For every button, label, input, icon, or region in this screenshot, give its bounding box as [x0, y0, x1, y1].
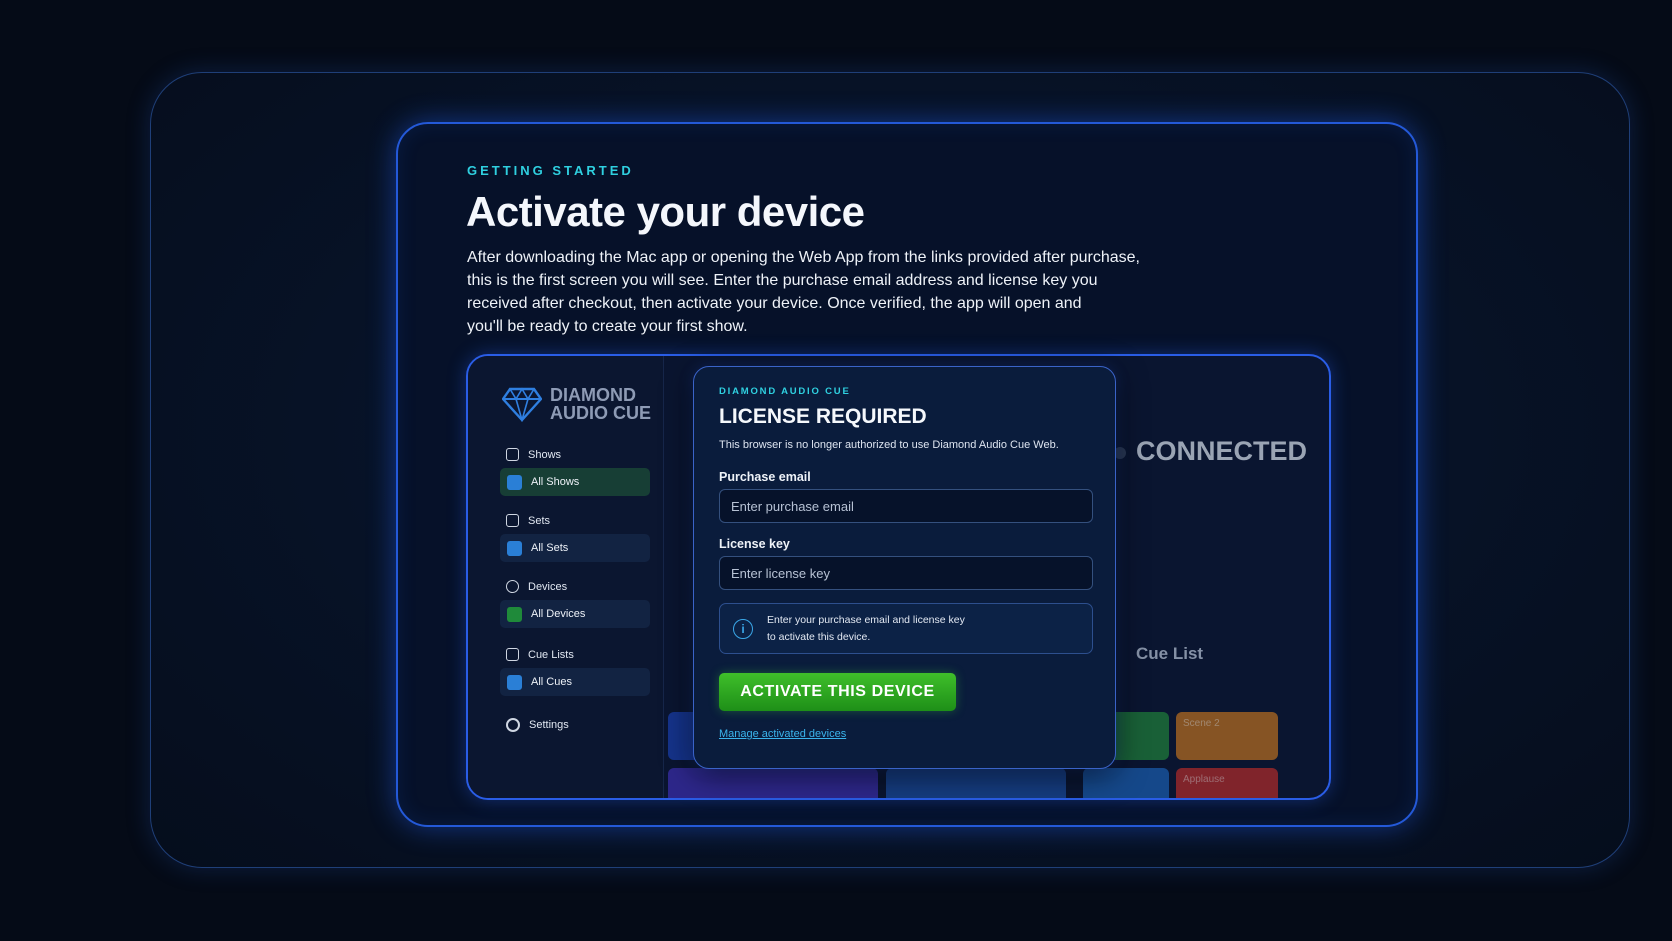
all-shows-icon: [507, 474, 522, 490]
license-key-label: License key: [719, 537, 790, 551]
sidebar-item-label: All Devices: [531, 608, 586, 620]
all-devices-icon: [507, 606, 522, 622]
cue-tile-label: Scene 2: [1183, 718, 1220, 729]
purchase-email-field[interactable]: [719, 489, 1093, 523]
nav-heading-shows[interactable]: Shows: [506, 448, 561, 461]
activate-device-button[interactable]: ACTIVATE THIS DEVICE: [719, 673, 956, 711]
sidebar-item-all-devices[interactable]: All Devices: [500, 600, 650, 628]
nav-heading-label: Sets: [528, 514, 551, 527]
nav-heading-cue-lists[interactable]: Cue Lists: [506, 648, 574, 661]
cue-tile[interactable]: Applause: [1176, 768, 1278, 798]
license-key-field[interactable]: [719, 556, 1093, 590]
sidebar-item-all-cues[interactable]: All Cues: [500, 668, 650, 696]
cue-list-title: Cue List: [1136, 644, 1204, 663]
info-icon: i: [733, 618, 753, 639]
description-line: received after checkout, then activate y…: [467, 295, 1082, 312]
description-line: After downloading the Mac app or opening…: [467, 249, 1140, 266]
cue-tile[interactable]: Scene 2: [1176, 712, 1278, 760]
info-line: to activate this device.: [767, 630, 871, 643]
nav-heading-devices[interactable]: Devices: [506, 580, 567, 593]
gear-icon: [506, 718, 520, 732]
nav-heading-label: Cue Lists: [528, 648, 574, 661]
cue-lists-icon: [506, 648, 519, 661]
sidebar-item-settings[interactable]: Settings: [506, 718, 569, 732]
all-cues-icon: [507, 674, 522, 690]
info-box: i Enter your purchase email and license …: [719, 603, 1093, 654]
diamond-icon: [502, 387, 542, 422]
nav-heading-label: Shows: [528, 448, 562, 461]
email-label: Purchase email: [719, 470, 811, 484]
sidebar-item-label: All Cues: [531, 676, 572, 688]
cue-tile[interactable]: [886, 768, 1066, 798]
modal-eyebrow: DIAMOND AUDIO CUE: [719, 386, 851, 397]
nav-heading-sets[interactable]: Sets: [506, 514, 550, 527]
sidebar: DIAMOND AUDIO CUE Shows All Shows Sets A…: [468, 356, 664, 798]
nav-heading-label: Devices: [528, 580, 568, 593]
cue-tile[interactable]: [668, 768, 878, 798]
description-line: you'll be ready to create your first sho…: [467, 318, 748, 335]
sidebar-item-all-sets[interactable]: All Sets: [500, 534, 650, 562]
all-sets-icon: [507, 540, 522, 556]
settings-label: Settings: [529, 719, 569, 731]
license-modal: DIAMOND AUDIO CUE LICENSE REQUIRED This …: [693, 366, 1116, 769]
cue-tile[interactable]: [1083, 768, 1169, 798]
section-eyebrow: GETTING STARTED: [467, 163, 634, 178]
logo-line-2: AUDIO CUE: [550, 403, 652, 423]
page-title: Activate your device: [466, 188, 865, 235]
sidebar-item-label: All Sets: [531, 542, 569, 554]
modal-title: LICENSE REQUIRED: [719, 405, 927, 428]
logo-text: DIAMOND AUDIO CUE: [550, 386, 651, 422]
sidebar-item-label: All Shows: [531, 476, 580, 488]
info-text: Enter your purchase email and license ke…: [767, 612, 965, 646]
devices-icon: [506, 580, 519, 593]
sets-icon: [506, 514, 519, 527]
connection-status: CONNECTED: [1136, 436, 1308, 466]
sidebar-item-all-shows[interactable]: All Shows: [500, 468, 650, 496]
info-line: Enter your purchase email and license ke…: [767, 613, 965, 626]
manage-devices-link[interactable]: Manage activated devices: [719, 728, 846, 740]
modal-subtitle: This browser is no longer authorized to …: [719, 439, 1059, 451]
page-description: After downloading the Mac app or opening…: [467, 246, 1187, 338]
cue-tile-label: Applause: [1183, 774, 1225, 785]
logo-line-1: DIAMOND: [550, 385, 636, 405]
description-line: this is the first screen you will see. E…: [467, 272, 1098, 289]
shows-icon: [506, 448, 519, 461]
app-logo: DIAMOND AUDIO CUE: [502, 386, 651, 422]
